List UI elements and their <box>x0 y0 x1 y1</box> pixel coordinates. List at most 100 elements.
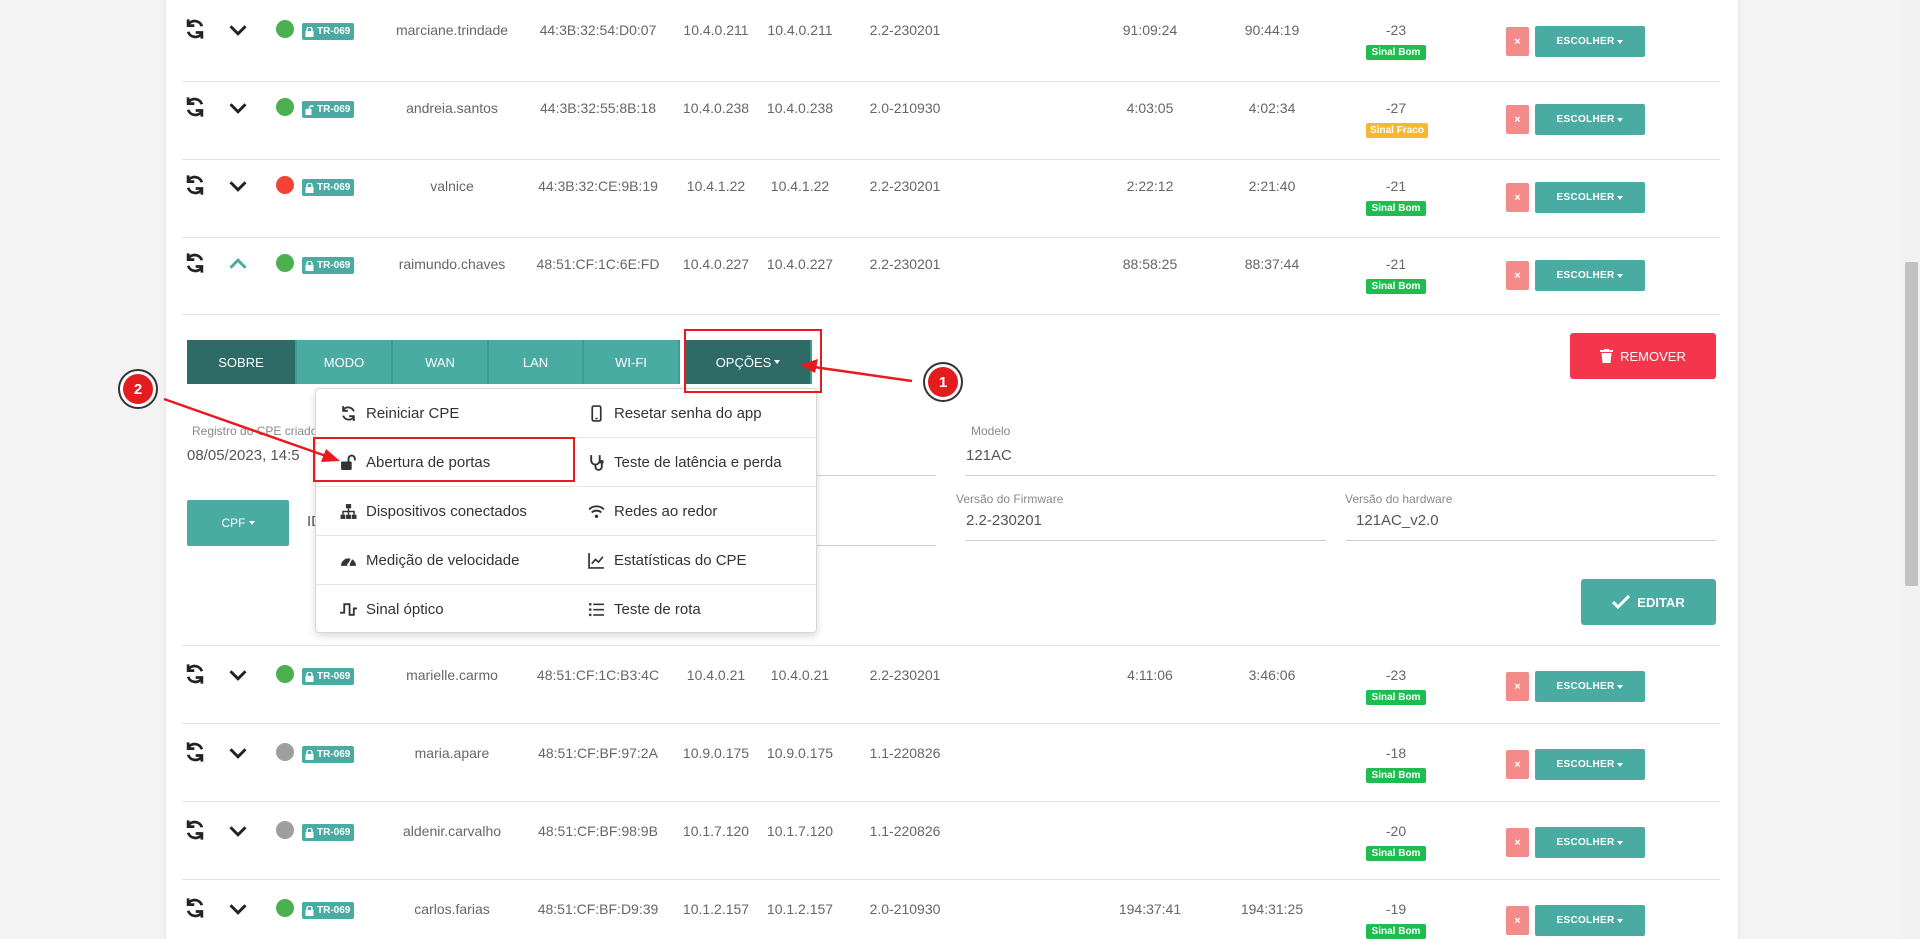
delete-x-button[interactable]: × <box>1506 105 1529 134</box>
modelo-label: Modelo <box>971 424 1011 438</box>
username-cell: raimundo.chaves <box>398 256 506 272</box>
chevron-down-icon[interactable] <box>228 743 248 763</box>
sync-icon[interactable] <box>184 819 206 841</box>
uptime-cell: 90:44:19 <box>1244 22 1300 38</box>
table-row: TR-069 maria.apare 48:51:CF:BF:97:2A 10.9.0… <box>182 723 1720 801</box>
caret-down-icon <box>1617 762 1624 767</box>
uptime-cell: 88:37:44 <box>1244 256 1300 272</box>
escolher-label: ESCOLHER <box>1556 114 1615 125</box>
chevron-down-icon[interactable] <box>228 176 248 196</box>
menu-item-teste-rota[interactable]: Teste de rota <box>588 585 701 633</box>
sync-icon[interactable] <box>184 252 206 274</box>
username-cell: marciane.trindade <box>395 22 509 38</box>
status-dot <box>276 20 294 38</box>
tr069-badge: TR-069 <box>302 179 355 196</box>
tab-modo[interactable]: MODO <box>297 340 393 384</box>
chevron-down-icon[interactable] <box>228 821 248 841</box>
chevron-down-icon[interactable] <box>228 665 248 685</box>
caret-down-icon <box>1617 273 1624 278</box>
delete-x-button[interactable]: × <box>1506 672 1529 701</box>
sync-icon[interactable] <box>184 741 206 763</box>
uptime-cell: 3:46:06 <box>1248 667 1296 683</box>
status-dot <box>276 821 294 839</box>
uptime-cell: 4:02:34 <box>1248 100 1296 116</box>
mobile-phone-icon <box>591 404 602 422</box>
lock-icon <box>305 827 314 838</box>
menu-item-teste-latencia[interactable]: Teste de latência e perda <box>588 438 782 486</box>
menu-item-resetar-senha[interactable]: Resetar senha do app <box>588 389 762 437</box>
escolher-dropdown-button[interactable]: ESCOLHER <box>1535 260 1645 291</box>
delete-x-button[interactable]: × <box>1506 261 1529 290</box>
delete-x-button[interactable]: × <box>1506 828 1529 857</box>
chevron-down-icon[interactable] <box>228 98 248 118</box>
escolher-dropdown-button[interactable]: ESCOLHER <box>1535 827 1645 858</box>
speedometer-icon <box>341 557 356 566</box>
tr069-badge-label: TR-069 <box>317 260 351 271</box>
ip-cell: 10.4.0.238 <box>682 100 750 116</box>
tab-wifi[interactable]: WI-FI <box>584 340 680 384</box>
list-icon <box>589 602 604 616</box>
tr069-badge: TR-069 <box>302 101 355 118</box>
escolher-dropdown-button[interactable]: ESCOLHER <box>1535 26 1645 57</box>
mac-cell: 48:51:CF:BF:98:9B <box>538 823 658 839</box>
escolher-dropdown-button[interactable]: ESCOLHER <box>1535 104 1645 135</box>
edit-button[interactable]: EDITAR <box>1581 579 1716 625</box>
modelo-value: 121AC <box>966 447 1012 464</box>
table-row: TR-069 andreia.santos 44:3B:32:55:8B:18 10.… <box>182 78 1720 156</box>
row-divider <box>182 237 1720 238</box>
delete-x-button[interactable]: × <box>1506 750 1529 779</box>
scrollbar[interactable] <box>1903 0 1920 939</box>
table-row: TR-069 marciane.trindade 44:3B:32:54:D0:07… <box>182 0 1720 78</box>
uptime-cell: 2:21:40 <box>1248 178 1296 194</box>
caret-down-icon <box>1617 39 1624 44</box>
tab-sobre[interactable]: SOBRE <box>187 340 297 384</box>
firmware-cell: 1.1-220826 <box>869 823 941 839</box>
rssi-cell: -27 <box>1385 100 1407 116</box>
menu-item-dispositivos[interactable]: Dispositivos conectados <box>340 487 527 535</box>
id-underline <box>816 545 936 546</box>
status-dot <box>276 665 294 683</box>
row-divider <box>182 314 1720 315</box>
chevron-up-icon[interactable] <box>228 254 248 274</box>
delete-x-button[interactable]: × <box>1506 906 1529 935</box>
scrollbar-thumb[interactable] <box>1905 262 1918 586</box>
sync-icon[interactable] <box>184 174 206 196</box>
rssi-cell: -21 <box>1385 178 1407 194</box>
rssi-cell: -21 <box>1385 256 1407 272</box>
chevron-down-icon[interactable] <box>228 20 248 40</box>
escolher-dropdown-button[interactable]: ESCOLHER <box>1535 182 1645 213</box>
menu-item-estatisticas[interactable]: Estatísticas do CPE <box>588 536 747 584</box>
menu-item-sinal-optico[interactable]: Sinal óptico <box>340 585 444 633</box>
row-divider <box>182 159 1720 160</box>
chevron-down-icon[interactable] <box>228 899 248 919</box>
delete-x-button[interactable]: × <box>1506 183 1529 212</box>
tr069-badge-label: TR-069 <box>317 104 351 115</box>
menu-item-redes-ao-redor[interactable]: Redes ao redor <box>588 487 717 535</box>
escolher-label: ESCOLHER <box>1556 759 1615 770</box>
options-dropdown-menu: Reiniciar CPE Resetar senha do app Abert… <box>315 388 817 633</box>
escolher-dropdown-button[interactable]: ESCOLHER <box>1535 905 1645 936</box>
status-dot <box>276 743 294 761</box>
menu-item-medicao-velocidade[interactable]: Medição de velocidade <box>340 536 519 584</box>
ip-cell: 10.4.1.22 <box>686 178 746 194</box>
sync-icon[interactable] <box>184 18 206 40</box>
sync-icon[interactable] <box>184 96 206 118</box>
delete-x-button[interactable]: × <box>1506 27 1529 56</box>
sync-icon[interactable] <box>184 897 206 919</box>
menu-item-reiniciar[interactable]: Reiniciar CPE <box>340 389 459 437</box>
remove-button[interactable]: REMOVER <box>1570 333 1716 379</box>
escolher-dropdown-button[interactable]: ESCOLHER <box>1535 749 1645 780</box>
wave-square-icon <box>340 602 357 616</box>
stethoscope-icon <box>590 454 604 471</box>
field-underline <box>816 475 936 476</box>
escolher-dropdown-button[interactable]: ESCOLHER <box>1535 671 1645 702</box>
username-cell: aldenir.carvalho <box>402 823 502 839</box>
ip-cell: 10.4.1.22 <box>770 178 830 194</box>
cpf-dropdown-button[interactable]: CPF <box>187 500 289 546</box>
menu-item-label: Sinal óptico <box>366 600 444 618</box>
line-chart-icon <box>588 552 604 569</box>
sync-icon[interactable] <box>184 663 206 685</box>
caret-down-icon <box>248 521 255 525</box>
tab-wan[interactable]: WAN <box>393 340 489 384</box>
tab-lan[interactable]: LAN <box>489 340 584 384</box>
